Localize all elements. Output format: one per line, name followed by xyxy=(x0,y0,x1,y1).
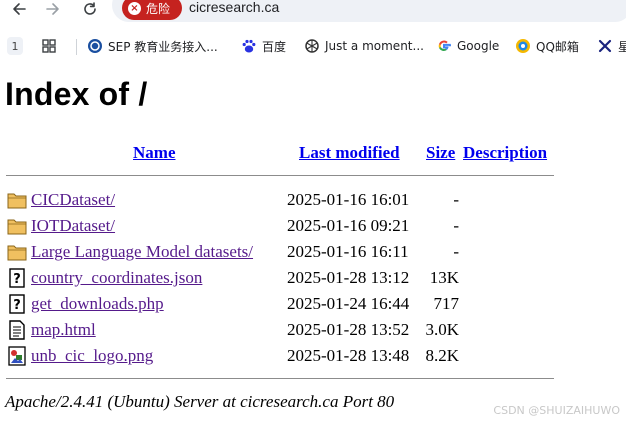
danger-x-icon: × xyxy=(128,1,141,15)
unknown-file-icon: ? xyxy=(9,294,25,314)
sort-by-last-modified-link[interactable]: Last modified xyxy=(299,143,400,163)
bookmark-star[interactable]: 星 xyxy=(597,36,626,56)
bookmark-label: Google xyxy=(457,39,500,53)
bookmark-google[interactable]: Google xyxy=(436,36,499,56)
back-button[interactable] xyxy=(8,0,30,18)
server-signature: Apache/2.4.41 (Ubuntu) Server at cicrese… xyxy=(5,392,395,411)
svg-text:?: ? xyxy=(13,298,21,313)
entry-modified: 2025-01-28 13:48 xyxy=(287,346,410,365)
entry-size: 13K xyxy=(429,268,459,287)
folder-icon xyxy=(7,245,27,261)
table-row: unb_cic_logo.png 2025-01-28 13:48 8.2K xyxy=(0,343,626,369)
svg-text:?: ? xyxy=(13,272,21,287)
csdn-watermark: CSDN @SHUIZAIHUWO xyxy=(493,404,620,417)
entry-size: 3.0K xyxy=(425,320,459,339)
google-g-icon xyxy=(438,40,451,51)
bookmark-label: 百度 xyxy=(262,39,287,54)
x-star-icon xyxy=(598,39,612,53)
table-top-divider xyxy=(6,175,554,176)
entry-modified: 2025-01-28 13:12 xyxy=(287,268,410,287)
table-row: CICDataset/ 2025-01-16 16:01 - xyxy=(0,187,626,213)
apps-grid-icon xyxy=(42,39,56,53)
unknown-file-icon: ? xyxy=(9,268,25,288)
forward-button[interactable] xyxy=(42,0,64,18)
reload-icon xyxy=(84,2,96,15)
folder-icon xyxy=(7,193,27,209)
table-row: ? get_downloads.php 2025-01-24 16:44 717 xyxy=(0,291,626,317)
entry-modified: 2025-01-24 16:44 xyxy=(287,294,410,313)
entry-link[interactable]: IOTDataset/ xyxy=(31,216,115,236)
bookmarks-bar: 1 SEP 教育业务接入... 百度 Just a moment... Goog… xyxy=(0,32,626,60)
entry-link[interactable]: unb_cic_logo.png xyxy=(31,346,153,366)
bookmark-sep[interactable]: SEP 教育业务接入... xyxy=(87,36,218,56)
bookmark-label: SEP 教育业务接入... xyxy=(108,39,218,54)
entry-modified: 2025-01-28 13:52 xyxy=(287,320,410,339)
entry-size: 717 xyxy=(433,294,460,313)
url-text[interactable]: cicresearch.ca xyxy=(189,0,279,15)
table-bottom-divider xyxy=(6,378,554,379)
entry-modified: 2025-01-16 16:11 xyxy=(287,242,409,261)
bookmark-label: Just a moment... xyxy=(325,39,424,53)
openai-icon xyxy=(305,39,319,53)
apps-grid-button[interactable] xyxy=(42,36,56,56)
image-file-icon xyxy=(8,346,26,366)
bookmark-label: 星 xyxy=(618,39,626,54)
back-arrow-icon xyxy=(13,3,26,15)
entry-link[interactable]: country_coordinates.json xyxy=(31,268,202,288)
bookmarks-divider xyxy=(76,39,77,55)
text-file-icon xyxy=(9,320,25,340)
table-row: map.html 2025-01-28 13:52 3.0K xyxy=(0,317,626,343)
table-row: ? country_coordinates.json 2025-01-28 13… xyxy=(0,265,626,291)
entry-modified: 2025-01-16 16:01 xyxy=(287,190,410,209)
table-row: IOTDataset/ 2025-01-16 09:21 - xyxy=(0,213,626,239)
sort-by-description-link[interactable]: Description xyxy=(463,143,547,163)
qq-mail-icon xyxy=(516,39,530,53)
entry-link[interactable]: map.html xyxy=(31,320,96,340)
entry-size: - xyxy=(453,190,459,209)
sort-by-size-link[interactable]: Size xyxy=(426,143,455,163)
entry-size: - xyxy=(453,216,459,235)
baidu-paw-icon xyxy=(242,39,256,53)
entry-modified: 2025-01-16 09:21 xyxy=(287,216,410,235)
bookmark-just-a-moment[interactable]: Just a moment... xyxy=(304,36,424,56)
sep-icon xyxy=(88,39,102,53)
forward-arrow-icon xyxy=(46,3,59,15)
entry-link[interactable]: CICDataset/ xyxy=(31,190,115,210)
sort-by-name-link[interactable]: Name xyxy=(133,143,175,163)
browser-toolbar: × 危险 cicresearch.ca xyxy=(0,0,626,26)
table-row: Large Language Model datasets/ 2025-01-1… xyxy=(0,239,626,265)
bookmark-baidu[interactable]: 百度 xyxy=(241,36,286,56)
page-title: Index of / xyxy=(5,76,148,112)
entry-size: - xyxy=(453,242,459,261)
folder-icon xyxy=(7,219,27,235)
entry-size: 8.2K xyxy=(425,346,459,365)
security-warning-chip[interactable]: × 危险 xyxy=(122,0,182,20)
entry-link[interactable]: Large Language Model datasets/ xyxy=(31,242,253,262)
entry-link[interactable]: get_downloads.php xyxy=(31,294,164,314)
tab-group-count[interactable]: 1 xyxy=(7,37,23,55)
bookmark-qq-mail[interactable]: QQ邮箱 xyxy=(515,36,579,56)
bookmark-label: QQ邮箱 xyxy=(536,39,579,54)
reload-button[interactable] xyxy=(79,0,101,18)
security-chip-label: 危险 xyxy=(146,1,171,16)
